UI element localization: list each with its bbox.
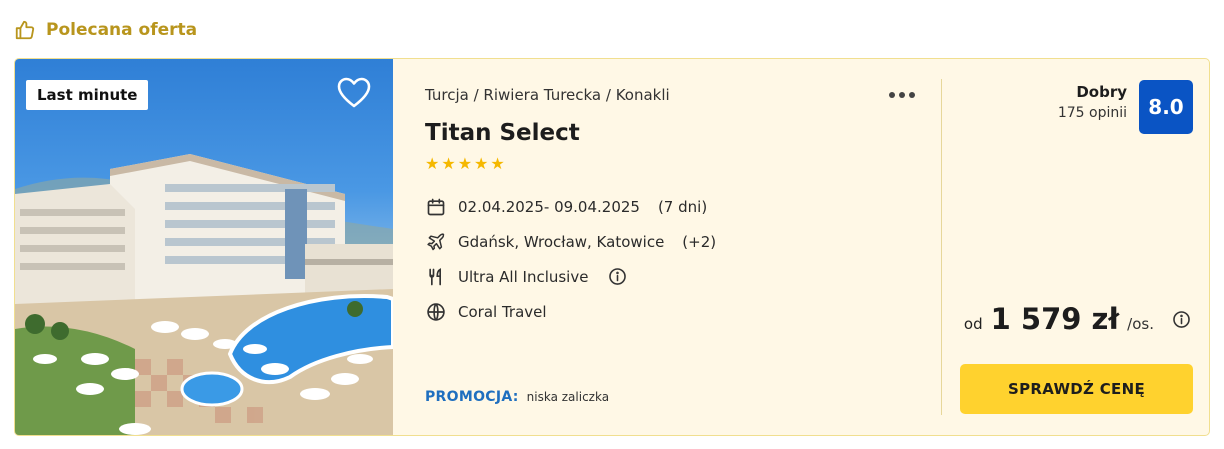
airplane-icon — [425, 231, 446, 252]
board-type: Ultra All Inclusive — [458, 267, 589, 286]
price-block: od 1 579 zł /os. — [964, 302, 1191, 336]
star-icon: ★ — [441, 154, 456, 173]
tour-operator: Coral Travel — [458, 302, 547, 321]
star-icon: ★ — [425, 154, 440, 173]
card-divider — [941, 79, 942, 415]
featured-offer-header: Polecana oferta — [14, 18, 197, 42]
trip-dates: 02.04.2025- 09.04.2025 — [458, 197, 640, 216]
check-price-button[interactable]: SPRAWDŹ CENĘ — [960, 364, 1193, 414]
cutlery-icon — [425, 266, 446, 287]
globe-icon — [425, 301, 446, 322]
offer-card[interactable]: Last minute Turcja / Riwiera Turecka / K… — [14, 58, 1210, 436]
price-info-icon[interactable] — [1172, 310, 1191, 329]
price-prefix: od — [963, 315, 983, 333]
board-type-row: Ultra All Inclusive — [425, 266, 627, 287]
rating-summary: Dobry 175 opinii — [1058, 83, 1127, 121]
hotel-stars: ★ ★ ★ ★ ★ — [425, 156, 505, 172]
trip-dates-row: 02.04.2025- 09.04.2025 (7 dni) — [425, 196, 707, 217]
tour-operator-row: Coral Travel — [425, 301, 547, 322]
promotion-text: niska zaliczka — [526, 390, 610, 404]
hotel-photo[interactable]: Last minute — [15, 59, 393, 435]
rating-label: Dobry — [1076, 83, 1127, 101]
departure-airports: Gdańsk, Wrocław, Katowice — [458, 232, 665, 251]
featured-offer-label: Polecana oferta — [46, 20, 198, 40]
board-info-icon[interactable] — [608, 267, 627, 286]
favorite-heart-icon[interactable] — [337, 77, 371, 109]
departure-airports-row: Gdańsk, Wrocław, Katowice (+2) — [425, 231, 716, 252]
last-minute-badge: Last minute — [26, 80, 149, 110]
more-options-icon[interactable] — [889, 87, 917, 103]
promotion: PROMOCJA: niska zaliczka — [425, 389, 609, 405]
thumbs-up-icon — [14, 19, 36, 41]
calendar-icon — [425, 196, 446, 217]
price-amount: 1 579 zł — [990, 302, 1120, 336]
star-icon: ★ — [490, 154, 505, 173]
promotion-label: PROMOCJA: — [425, 389, 519, 405]
star-icon: ★ — [457, 154, 473, 173]
hotel-name[interactable]: Titan Select — [425, 120, 580, 146]
rating-score-badge: 8.0 — [1139, 80, 1193, 134]
departure-airports-more[interactable]: (+2) — [682, 233, 716, 251]
star-icon: ★ — [474, 154, 489, 173]
rating-count[interactable]: 175 opinii — [1058, 105, 1127, 121]
hotel-location: Turcja / Riwiera Turecka / Konakli — [425, 86, 670, 104]
price-suffix: /os. — [1127, 315, 1154, 333]
trip-duration: (7 dni) — [657, 197, 708, 216]
